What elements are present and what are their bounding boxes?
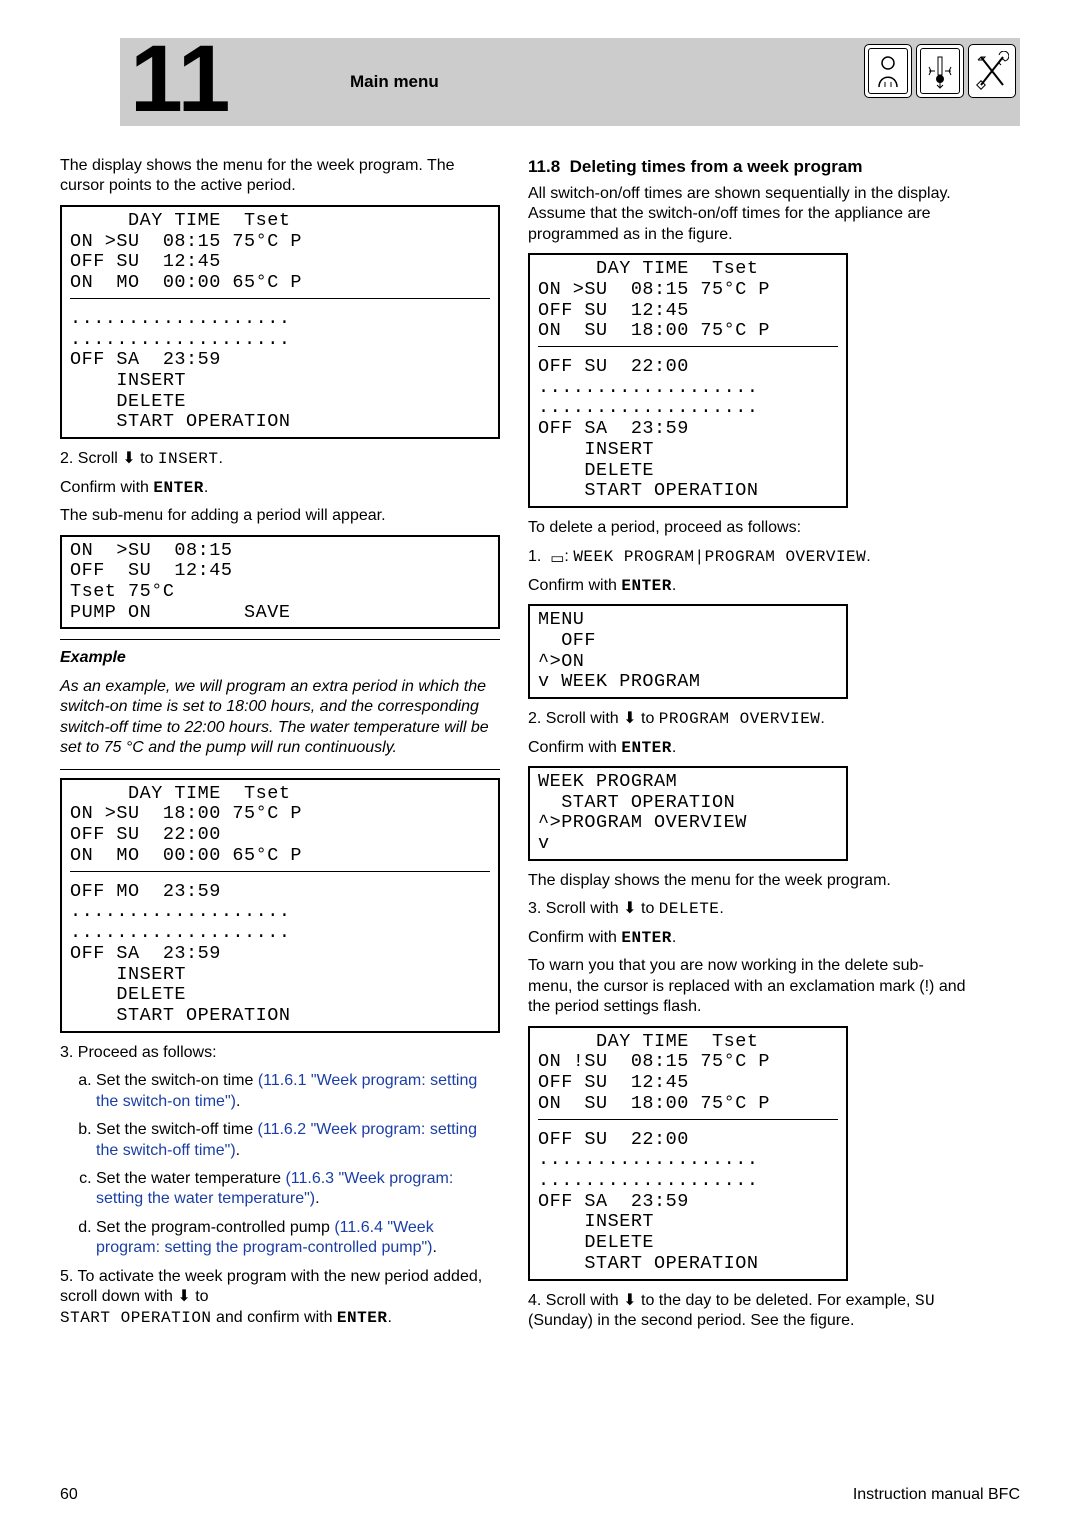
tools-icon	[968, 44, 1016, 98]
example-label: Example	[60, 649, 126, 666]
down-arrow-icon-3: ⬇	[623, 710, 636, 727]
su-keyword: SU	[915, 1292, 935, 1310]
intro-text: The display shows the menu for the week …	[60, 156, 500, 197]
r-step4-c: (Sunday) in the second period. See the f…	[528, 1312, 854, 1329]
r-step-2: 2. Scroll with ⬇ to PROGRAM OVERVIEW.	[528, 709, 968, 729]
r-step-4: 4. Scroll with ⬇ to the day to be delete…	[528, 1291, 968, 1332]
enter-keyword-5: ENTER	[621, 929, 672, 947]
r-step2-a: 2. Scroll with	[528, 710, 623, 727]
separator-1	[60, 639, 500, 640]
step-3-heading: 3. Proceed as follows:	[60, 1043, 500, 1063]
r-step3-b: to	[637, 900, 659, 917]
confirm-line-2: Confirm with ENTER.	[528, 576, 968, 596]
user-icon	[864, 44, 912, 98]
r-step4-b: to the day to be deleted. For example,	[637, 1292, 915, 1309]
warn-text: To warn you that you are now working in …	[528, 956, 968, 1017]
p2-text: The display shows the menu for the week …	[528, 871, 968, 891]
display-week-menu-2: DAY TIME Tset ON >SU 18:00 75°C P OFF SU…	[60, 778, 500, 1033]
enter-keyword-2: ENTER	[337, 1309, 388, 1327]
chapter-number: 11	[130, 32, 230, 127]
section-title: Deleting times from a week program	[570, 157, 863, 176]
substep-a: Set the switch-on time (11.6.1 "Week pro…	[96, 1071, 500, 1112]
step-5: 5. To activate the week program with the…	[60, 1267, 500, 1328]
header-icons	[864, 44, 1016, 98]
chapter-header: 11 Main menu	[120, 38, 1020, 126]
confirm-line-3: Confirm with ENTER.	[528, 738, 968, 758]
display-week-menu-1: DAY TIME Tset ON >SU 08:15 75°C P OFF SU…	[60, 205, 500, 439]
enter-keyword-4: ENTER	[621, 739, 672, 757]
start-operation-keyword: START OPERATION	[60, 1309, 212, 1327]
down-arrow-icon-2: ⬇	[177, 1288, 190, 1305]
to-delete-text: To delete a period, proceed as follows:	[528, 518, 968, 538]
down-arrow-icon: ⬇	[122, 450, 135, 467]
insert-keyword: INSERT	[158, 450, 219, 468]
r-step-1: 1. ▭: WEEK PROGRAM|PROGRAM OVERVIEW.	[528, 547, 968, 568]
right-column: 11.8 Deleting times from a week program …	[528, 156, 968, 1340]
display-delete-1: DAY TIME Tset ON >SU 08:15 75°C P OFF SU…	[528, 253, 848, 508]
r-step3-a: 3. Scroll with	[528, 900, 623, 917]
r-step-3: 3. Scroll with ⬇ to DELETE.	[528, 899, 968, 919]
step5-b: to	[191, 1288, 209, 1305]
right-intro: All switch-on/off times are shown sequen…	[528, 184, 968, 245]
example-body-text: As an example, we will program an extra …	[60, 678, 489, 756]
step5-a: 5. To activate the week program with the…	[60, 1268, 482, 1305]
section-heading: 11.8 Deleting times from a week program	[528, 156, 968, 178]
example-body: As an example, we will program an extra …	[60, 677, 500, 759]
enter-keyword-3: ENTER	[621, 577, 672, 595]
display-delete-2: DAY TIME Tset ON !SU 08:15 75°C P OFF SU…	[528, 1026, 848, 1281]
page-number: 60	[60, 1486, 78, 1504]
down-arrow-icon-4: ⬇	[623, 900, 636, 917]
substep-d: Set the program-controlled pump (11.6.4 …	[96, 1218, 500, 1259]
confirm-text-4: Confirm with	[528, 929, 621, 946]
separator-2	[60, 769, 500, 770]
display-week-program: WEEK PROGRAM START OPERATION ^>PROGRAM O…	[528, 766, 848, 861]
submenu-text: The sub-menu for adding a period will ap…	[60, 506, 500, 526]
footer-right: Instruction manual BFC	[853, 1486, 1020, 1504]
r-step2-b: to	[637, 710, 659, 727]
page-footer: 60 Instruction manual BFC	[60, 1486, 1020, 1504]
thermometer-icon	[916, 44, 964, 98]
step2-text-b: to	[136, 450, 158, 467]
r-step1-colon: :	[564, 548, 573, 565]
left-column: The display shows the menu for the week …	[60, 156, 500, 1340]
step5-c: and confirm with	[212, 1309, 337, 1326]
step2-text-c: .	[219, 450, 223, 467]
display-add-period: ON >SU 08:15 OFF SU 12:45 Tset 75°C PUMP…	[60, 535, 500, 630]
step2-text-a: 2. Scroll	[60, 450, 122, 467]
confirm-text-2: Confirm with	[528, 577, 621, 594]
confirm-text: Confirm with	[60, 479, 153, 496]
substep-a-text: Set the switch-on time	[96, 1072, 258, 1089]
substep-b: Set the switch-off time (11.6.2 "Week pr…	[96, 1120, 500, 1161]
display-main-menu: MENU OFF ^>ON v WEEK PROGRAM	[528, 604, 848, 699]
confirm-text-3: Confirm with	[528, 739, 621, 756]
week-program-path: WEEK PROGRAM|PROGRAM OVERVIEW	[573, 548, 866, 566]
section-number: 11.8	[528, 157, 560, 176]
substep-b-text: Set the switch-off time	[96, 1121, 258, 1138]
program-overview-keyword: PROGRAM OVERVIEW	[659, 710, 821, 728]
delete-keyword: DELETE	[659, 900, 720, 918]
down-arrow-icon-5: ⬇	[623, 1292, 636, 1309]
menu-key-icon: ▭	[550, 549, 564, 568]
r-step4-a: 4. Scroll with	[528, 1292, 623, 1309]
confirm-line-4: Confirm with ENTER.	[528, 928, 968, 948]
example-heading: Example	[60, 648, 500, 668]
substep-c: Set the water temperature (11.6.3 "Week …	[96, 1169, 500, 1210]
enter-keyword: ENTER	[153, 479, 204, 497]
chapter-title: Main menu	[350, 72, 439, 92]
substep-d-text: Set the program-controlled pump	[96, 1219, 334, 1236]
step-2-line: 2. Scroll ⬇ to INSERT.	[60, 449, 500, 469]
substep-c-text: Set the water temperature	[96, 1170, 285, 1187]
sub-steps-list: Set the switch-on time (11.6.1 "Week pro…	[60, 1071, 500, 1259]
confirm-line-1: Confirm with ENTER.	[60, 478, 500, 498]
